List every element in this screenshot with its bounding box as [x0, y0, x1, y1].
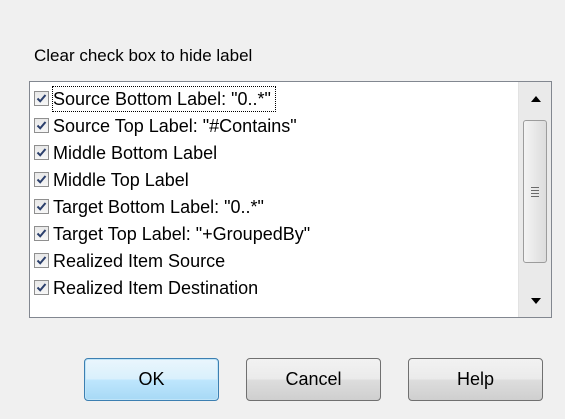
checkbox-checked-icon[interactable] [34, 199, 49, 214]
list-item[interactable]: Target Bottom Label: "0..*" [34, 193, 264, 220]
instruction-label: Clear check box to hide label [34, 46, 253, 65]
checkbox-checked-icon[interactable] [34, 145, 49, 160]
list-item-label: Source Bottom Label: "0..*" [52, 85, 276, 112]
checkbox-checked-icon[interactable] [34, 172, 49, 187]
checkbox-checked-icon[interactable] [34, 226, 49, 241]
help-button[interactable]: Help [408, 358, 543, 401]
scroll-thumb-grip-icon [531, 186, 539, 197]
ok-button[interactable]: OK [84, 358, 219, 401]
list-item-label: Middle Top Label [53, 169, 189, 190]
scroll-down-arrow-icon[interactable] [520, 284, 551, 317]
list-item[interactable]: Source Top Label: "#Contains" [34, 112, 297, 139]
list-item-label: Realized Item Destination [53, 277, 259, 298]
checkbox-checked-icon[interactable] [34, 280, 49, 295]
list-item[interactable]: Source Bottom Label: "0..*" [34, 85, 276, 112]
list-item[interactable]: Realized Item Destination [34, 274, 258, 301]
list-item[interactable]: Realized Item Source [34, 247, 225, 274]
checkbox-checked-icon[interactable] [34, 91, 49, 106]
label-checklist[interactable]: Source Bottom Label: "0..*" Source Top L… [29, 81, 552, 318]
scroll-up-arrow-icon[interactable] [520, 82, 551, 115]
hide-labels-dialog: Clear check box to hide label Source Bot… [0, 0, 565, 419]
checkbox-checked-icon[interactable] [34, 118, 49, 133]
list-item-label: Source Top Label: "#Contains" [53, 115, 297, 136]
checkbox-checked-icon[interactable] [34, 253, 49, 268]
list-item[interactable]: Middle Top Label [34, 166, 189, 193]
list-item[interactable]: Target Top Label: "+GroupedBy" [34, 220, 310, 247]
list-item-label: Target Top Label: "+GroupedBy" [53, 223, 311, 244]
checklist-items: Source Bottom Label: "0..*" Source Top L… [30, 82, 519, 317]
cancel-button[interactable]: Cancel [246, 358, 381, 401]
list-item-label: Realized Item Source [53, 250, 226, 271]
list-item-label: Middle Bottom Label [53, 142, 218, 163]
scroll-thumb[interactable] [523, 120, 547, 263]
list-item[interactable]: Middle Bottom Label [34, 139, 217, 166]
vertical-scrollbar[interactable] [518, 82, 551, 317]
list-item-label: Target Bottom Label: "0..*" [53, 196, 264, 217]
